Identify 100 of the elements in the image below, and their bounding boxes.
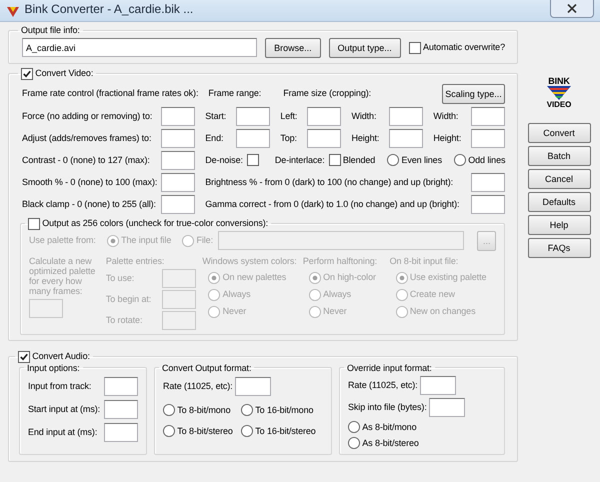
checkbox[interactable] xyxy=(328,154,341,166)
option-label: Create new xyxy=(410,289,455,300)
field-label: Input from track: xyxy=(28,381,92,392)
option-label: Never xyxy=(222,306,246,317)
field-label: Rate (11025, etc): xyxy=(163,381,233,392)
checkbox[interactable] xyxy=(21,68,33,80)
field-label: End input at (ms): xyxy=(28,427,98,438)
input-field[interactable] xyxy=(161,128,196,148)
field-label: Width: xyxy=(350,110,378,122)
option-label: To 16-bit/mono xyxy=(255,404,314,416)
field-label: Smooth % - 0 (none) to 100 (max): xyxy=(22,176,158,188)
push-button[interactable]: Scaling type... xyxy=(442,84,505,104)
field-label: De-interlace: xyxy=(274,154,325,166)
input-field[interactable] xyxy=(307,106,342,126)
field-label: Calculate a new optimized palette for every how many frames: xyxy=(29,256,96,296)
option-label: The input file xyxy=(121,235,172,246)
option-label: File: xyxy=(196,235,213,246)
field-label: Contrast - 0 (none) to 127 (max): xyxy=(22,154,151,166)
option-label: On new palettes xyxy=(222,272,286,283)
push-button[interactable]: Batch xyxy=(528,146,590,166)
input-field[interactable] xyxy=(471,194,506,214)
field-label: Rate (11025, etc): xyxy=(348,380,418,392)
window-title: Bink Converter - A_cardie.bik ... xyxy=(24,2,194,17)
push-button[interactable]: Help xyxy=(528,215,590,235)
option-label: Always xyxy=(222,289,251,300)
input-field[interactable] xyxy=(389,128,424,148)
option-label: As 8-bit/mono xyxy=(362,422,416,433)
input-field[interactable] xyxy=(161,172,196,192)
group-label: Convert Video: xyxy=(35,68,94,80)
field-label: De-noise: xyxy=(205,154,243,166)
radio-button[interactable] xyxy=(387,154,400,166)
option-label: Automatic overwrite? xyxy=(422,42,505,54)
column-heading: Frame rate control (fractional frame rates ok): xyxy=(22,88,198,100)
push-button[interactable]: Browse... xyxy=(265,38,321,58)
push-button[interactable]: FAQs xyxy=(528,238,590,258)
group-label: Output file info: xyxy=(20,25,81,36)
input-field[interactable] xyxy=(471,106,506,126)
input-field[interactable] xyxy=(104,423,138,442)
field-label: To begin at: xyxy=(106,294,152,304)
group-label: Convert Audio: xyxy=(32,351,90,362)
file-name-field[interactable]: A_cardie.avi xyxy=(22,38,258,58)
field-label: Start: xyxy=(204,110,228,122)
input-field[interactable] xyxy=(161,150,196,170)
input-field[interactable] xyxy=(471,172,506,192)
option-label: Blended xyxy=(342,154,376,166)
push-button[interactable]: Defaults xyxy=(528,192,590,212)
field-label: End: xyxy=(204,132,224,144)
field-label: Black clamp - 0 (none) to 255 (all): xyxy=(22,198,157,210)
checkbox[interactable] xyxy=(246,154,259,166)
radio-button[interactable] xyxy=(454,154,466,166)
field-label: To use: xyxy=(106,272,134,284)
radio-button[interactable] xyxy=(348,437,360,450)
option-label: New on changes xyxy=(410,306,476,317)
field-label: Skip into file (bytes): xyxy=(348,402,427,414)
option-label: Always xyxy=(323,289,352,300)
radio-button[interactable] xyxy=(348,421,360,434)
column-heading: On 8-bit input file: xyxy=(390,256,460,267)
radio-button[interactable] xyxy=(163,404,175,416)
logo-text: BINK xyxy=(548,77,570,86)
radio-button[interactable] xyxy=(241,425,253,438)
group-label: Override input format: xyxy=(346,362,433,374)
push-button[interactable]: Convert xyxy=(528,123,590,143)
column-heading: Windows system colors: xyxy=(202,256,298,267)
checkbox[interactable] xyxy=(408,42,421,54)
input-field[interactable] xyxy=(428,398,465,418)
input-field[interactable] xyxy=(104,400,138,420)
input-field[interactable] xyxy=(161,106,196,126)
input-field[interactable] xyxy=(161,194,196,214)
field-label: Start input at (ms): xyxy=(28,404,100,416)
option-label: Never xyxy=(323,306,347,317)
close-button[interactable] xyxy=(550,0,594,18)
option-label: On high-color xyxy=(323,272,376,283)
push-button[interactable]: Cancel xyxy=(528,169,590,189)
option-label: Even lines xyxy=(401,154,442,166)
radio-button[interactable] xyxy=(241,404,253,416)
field-label: Use palette from: xyxy=(29,235,96,246)
option-label: To 8-bit/stereo xyxy=(177,426,233,437)
input-field[interactable] xyxy=(236,128,270,148)
input-field[interactable] xyxy=(236,106,270,126)
option-label: Odd lines xyxy=(468,154,506,166)
checkbox[interactable] xyxy=(18,350,30,363)
input-field[interactable] xyxy=(471,128,506,148)
field-label: Brightness % - from 0 (dark) to 100 (no change) and up (bright): xyxy=(204,176,454,188)
field-label: Force (no adding or removing) to: xyxy=(22,110,154,122)
column-heading: Frame range: xyxy=(208,88,262,100)
column-heading: Perform halftoning: xyxy=(302,256,378,267)
logo-stripes-icon xyxy=(547,86,571,100)
input-field[interactable] xyxy=(104,377,138,396)
field-label: To rotate: xyxy=(106,314,142,326)
input-field[interactable] xyxy=(420,376,456,396)
option-label: To 16-bit/stereo xyxy=(255,426,316,437)
field-label: Left: xyxy=(279,110,298,122)
input-field[interactable] xyxy=(389,106,424,126)
column-heading: Palette entries: xyxy=(106,256,166,267)
field-label: Height: xyxy=(350,132,380,144)
group-label: Output as 256 colors (uncheck for true-color conversions): xyxy=(42,218,268,230)
push-button[interactable]: Output type... xyxy=(328,38,401,58)
input-field[interactable] xyxy=(307,128,342,148)
radio-button[interactable] xyxy=(163,425,175,438)
input-field[interactable] xyxy=(234,377,271,396)
